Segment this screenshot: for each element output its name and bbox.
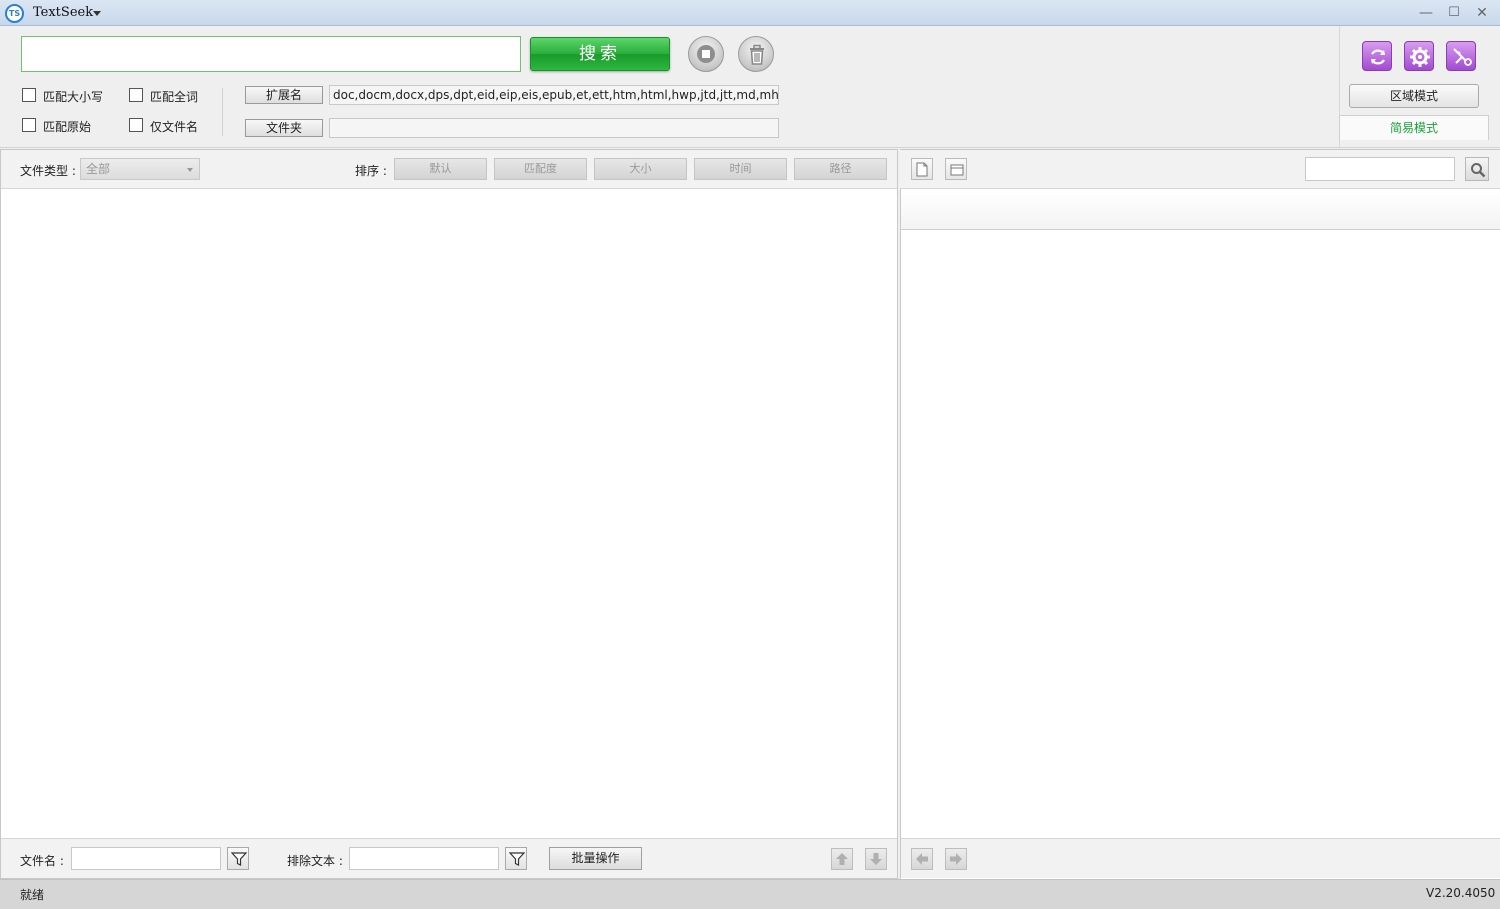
refresh-icon [1371, 49, 1385, 65]
filetype-value: 全部 [86, 162, 111, 176]
match-case-checkbox[interactable] [22, 88, 36, 102]
sort-path-button[interactable]: 路径 [794, 158, 887, 180]
sort-time-button[interactable]: 时间 [694, 158, 787, 180]
app-logo-icon: TS [5, 4, 24, 23]
match-whole-word-label: 匹配全词 [150, 90, 199, 104]
divider [222, 88, 223, 136]
exclude-text-input[interactable] [349, 847, 499, 870]
arrow-down-icon [870, 853, 882, 865]
exclude-filter-button[interactable] [505, 847, 527, 870]
settings-button[interactable] [1404, 41, 1434, 71]
chevron-down-icon [187, 168, 193, 172]
sort-size-button[interactable]: 大小 [594, 158, 687, 180]
filter-icon [231, 852, 247, 866]
trash-icon [750, 44, 764, 65]
results-list[interactable] [1, 190, 897, 838]
refresh-button[interactable] [1362, 41, 1392, 71]
version-label: V2.20.4050 [1426, 886, 1496, 900]
scissors-icon [1453, 48, 1472, 66]
area-mode-button[interactable]: 区域模式 [1349, 84, 1479, 108]
app-title[interactable]: TextSeek [33, 5, 93, 20]
arrow-right-icon [950, 853, 962, 865]
filename-filter-input[interactable] [71, 847, 221, 870]
arrow-up-icon [836, 853, 848, 865]
search-button[interactable]: 搜索 [530, 37, 670, 71]
close-button[interactable]: ✕ [1473, 4, 1491, 22]
arrow-left-icon [916, 853, 928, 865]
match-raw-checkbox[interactable] [22, 118, 36, 132]
title-bar [0, 0, 1500, 26]
filetype-label: 文件类型 : [20, 164, 76, 178]
folder-button[interactable]: 文件夹 [245, 119, 323, 137]
preview-search-button[interactable] [1465, 157, 1489, 181]
preview-header [901, 190, 1500, 230]
match-raw-label: 匹配原始 [43, 120, 92, 134]
preview-pane [900, 149, 1500, 879]
status-bar [0, 879, 1500, 909]
move-down-button[interactable] [865, 848, 887, 870]
open-folder-button[interactable] [945, 158, 967, 180]
move-up-button[interactable] [831, 848, 853, 870]
preview-search-input[interactable] [1305, 157, 1455, 181]
maximize-button[interactable]: ☐ [1445, 4, 1463, 22]
filetype-select[interactable]: 全部 [80, 158, 200, 180]
stop-button[interactable] [688, 36, 724, 72]
preview-nav-bar [901, 838, 1500, 878]
search-icon [1471, 163, 1486, 178]
filter-icon [509, 852, 525, 866]
search-input[interactable] [21, 36, 521, 72]
file-icon [916, 162, 928, 177]
filename-filter-label: 文件名 : [20, 854, 64, 868]
folder-icon [950, 164, 964, 176]
gear-icon [1410, 47, 1430, 67]
minimize-button[interactable]: — [1417, 4, 1435, 22]
previous-match-button[interactable] [911, 848, 933, 870]
app-menu-chevron-down-icon[interactable] [93, 11, 101, 16]
extension-button[interactable]: 扩展名 [245, 86, 323, 104]
filename-filter-button[interactable] [227, 847, 249, 870]
status-text: 就绪 [20, 888, 45, 902]
simple-mode-tab[interactable]: 简易模式 [1339, 115, 1489, 140]
sort-relevance-button[interactable]: 匹配度 [494, 158, 587, 180]
match-case-label: 匹配大小写 [43, 90, 104, 104]
sort-default-button[interactable]: 默认 [394, 158, 487, 180]
extensions-field[interactable]: doc,docm,docx,dps,dpt,eid,eip,eis,epub,e… [329, 85, 779, 105]
batch-operation-button[interactable]: 批量操作 [549, 847, 642, 870]
clear-button[interactable] [738, 36, 774, 72]
exclude-text-label: 排除文本 : [287, 854, 343, 868]
filename-only-label: 仅文件名 [150, 120, 199, 134]
sort-label: 排序 : [355, 164, 387, 178]
filename-only-checkbox[interactable] [129, 118, 143, 132]
tools-button[interactable] [1446, 41, 1476, 71]
match-whole-word-checkbox[interactable] [129, 88, 143, 102]
open-file-button[interactable] [911, 158, 933, 180]
folder-field[interactable] [329, 118, 779, 138]
next-match-button[interactable] [945, 848, 967, 870]
